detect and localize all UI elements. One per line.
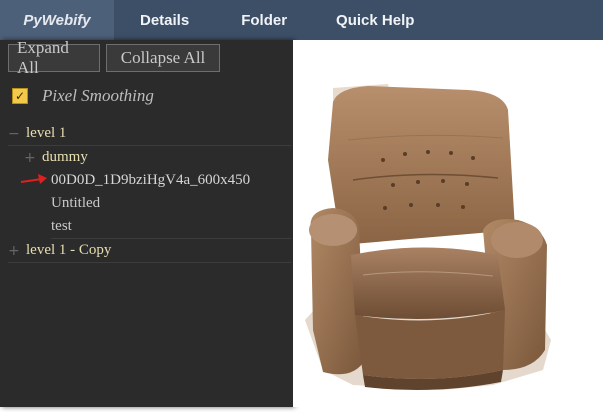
nav-details[interactable]: Details (140, 0, 189, 40)
collapse-all-button[interactable]: Collapse All (106, 44, 220, 72)
tree-node-label: level 1 - Copy (26, 242, 112, 258)
tree-item-label: 00D0D_1D9bziHgV4a_600x450 (51, 172, 251, 188)
top-nav: PyWebify Details Folder Quick Help (0, 0, 603, 40)
tree-node-dummy[interactable]: + dummy (24, 146, 291, 169)
sidebar: Expand All Collapse All ✓ Pixel Smoothin… (0, 38, 293, 407)
tree-item-test[interactable]: test (51, 215, 291, 239)
tree-item-selected[interactable]: 00D0D_1D9bziHgV4a_600x450 (51, 169, 291, 192)
tree-node-level-1-copy[interactable]: + level 1 - Copy (8, 239, 291, 263)
armchair-photo (305, 84, 551, 391)
expand-icon[interactable]: + (24, 150, 42, 166)
expand-all-button[interactable]: Expand All (8, 38, 100, 77)
tree-item-untitled[interactable]: Untitled (51, 192, 291, 215)
tree-item-label: test (51, 218, 72, 234)
nav-folder[interactable]: Folder (241, 0, 287, 40)
pixel-smoothing-label: Pixel Smoothing (42, 86, 154, 105)
collapse-icon[interactable]: − (8, 126, 26, 142)
tree-item-label: Untitled (51, 195, 101, 211)
tree-node-label: dummy (42, 149, 88, 165)
image-viewer (293, 40, 603, 407)
tree-node-label: level 1 (26, 125, 67, 141)
red-arrow-annotation-icon (20, 174, 47, 184)
app-brand[interactable]: PyWebify (0, 0, 114, 40)
nav-quick-help[interactable]: Quick Help (336, 0, 414, 40)
pixel-smoothing-option[interactable]: ✓ Pixel Smoothing (12, 86, 154, 106)
tree-controls: Expand All Collapse All (8, 38, 220, 77)
tree-node-level-1[interactable]: − level 1 (8, 122, 291, 146)
expand-icon[interactable]: + (8, 243, 26, 259)
pixel-smoothing-checkbox[interactable]: ✓ (12, 88, 28, 104)
